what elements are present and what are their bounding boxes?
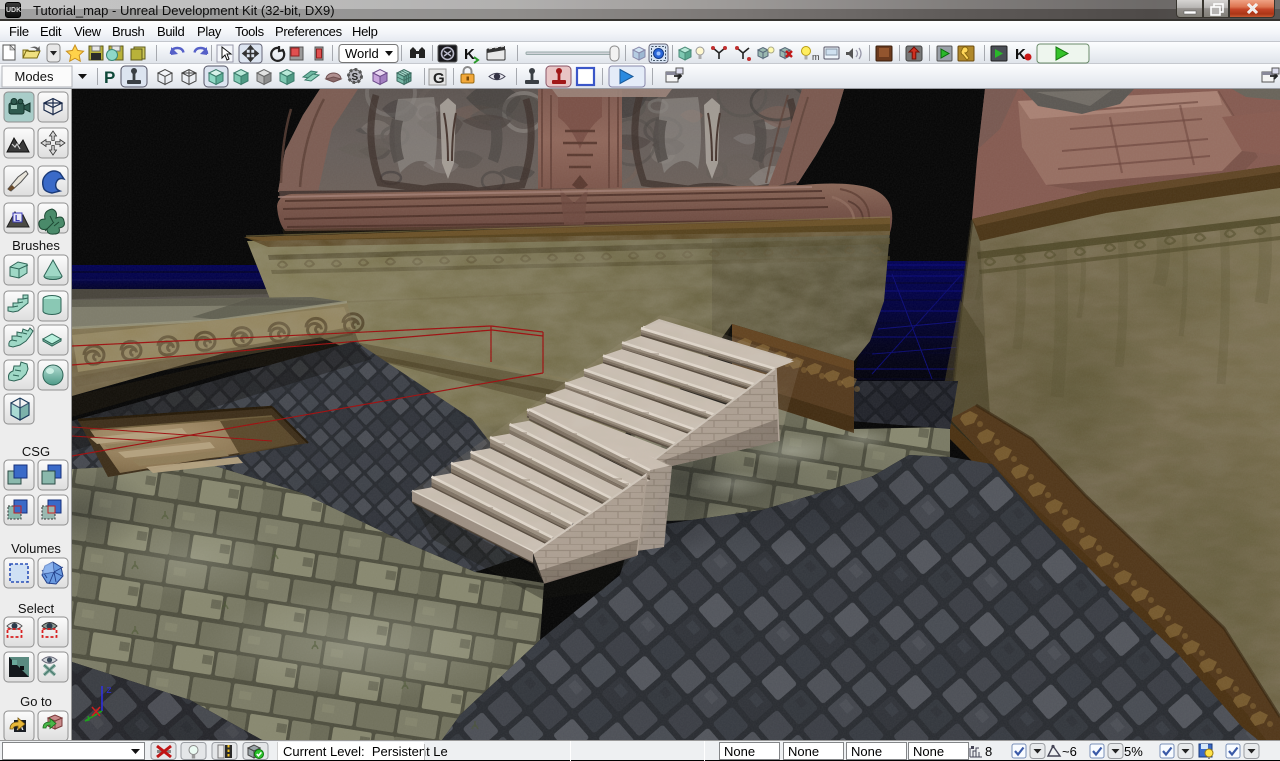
svg-text:Brushes: Brushes (12, 238, 60, 253)
svg-text:K: K (1015, 46, 1026, 63)
svg-text:5%: 5% (1124, 744, 1143, 759)
svg-text:P: P (104, 68, 115, 87)
svg-text:Volumes: Volumes (11, 541, 61, 556)
svg-text:S: S (352, 72, 359, 83)
svg-text:8: 8 (985, 744, 992, 759)
svg-text:m: m (812, 52, 820, 62)
svg-text:~6: ~6 (1062, 744, 1077, 759)
svg-text:World: World (345, 46, 379, 61)
svg-text:Select: Select (18, 601, 55, 616)
svg-text:Modes: Modes (14, 69, 54, 84)
svg-text:Go to: Go to (20, 694, 52, 709)
svg-text:CSG: CSG (22, 444, 50, 459)
svg-text:L: L (15, 214, 20, 223)
svg-text:K: K (464, 46, 475, 63)
svg-text:G: G (433, 70, 445, 87)
